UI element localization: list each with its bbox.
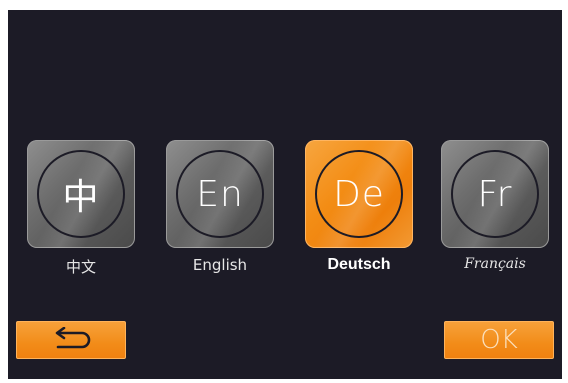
language-code: De: [333, 173, 385, 215]
language-label-german: Deutsch: [327, 256, 391, 273]
ok-button-label: OK: [480, 325, 518, 355]
language-selection-screen: 中 中文 En English De Deutsch Fr Français O…: [8, 10, 562, 379]
return-arrow-icon: [55, 327, 91, 349]
language-label-english: English: [192, 256, 248, 274]
language-code: Fr: [477, 173, 513, 215]
language-code: 中: [62, 177, 100, 218]
language-tile-french[interactable]: Fr: [441, 140, 549, 248]
language-label-french: Français: [464, 256, 526, 272]
language-label-chinese: 中文: [65, 258, 96, 276]
language-tile-german[interactable]: De: [305, 140, 413, 248]
back-button[interactable]: [16, 321, 126, 359]
language-tile-chinese[interactable]: 中: [27, 140, 135, 248]
language-code: En: [196, 173, 244, 215]
ok-button[interactable]: OK: [444, 321, 554, 359]
language-tile-english[interactable]: En: [166, 140, 274, 248]
